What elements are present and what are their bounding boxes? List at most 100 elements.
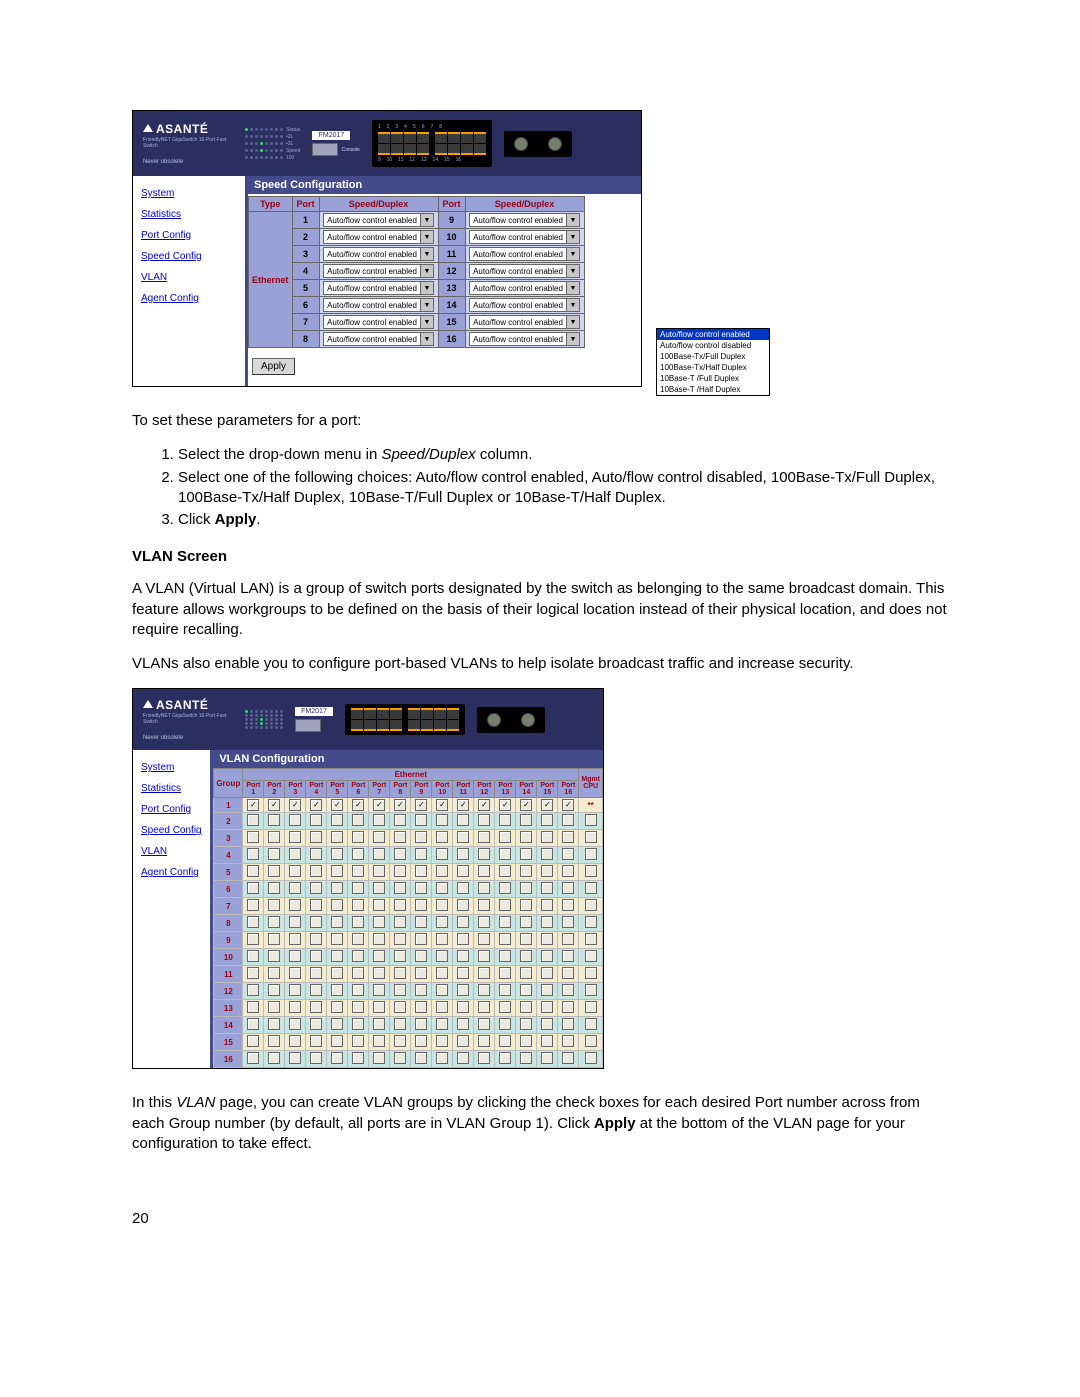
vlan-checkbox[interactable] [268, 950, 280, 962]
vlan-checkbox[interactable] [585, 831, 597, 843]
vlan-checkbox[interactable] [394, 1035, 406, 1047]
vlan-checkbox[interactable] [310, 1052, 322, 1064]
vlan-checkbox[interactable] [499, 1035, 511, 1047]
vlan-checkbox[interactable] [310, 831, 322, 843]
vlan-checkbox[interactable] [331, 814, 343, 826]
nav-statistics[interactable]: Statistics [141, 209, 237, 220]
vlan-checkbox[interactable] [520, 916, 532, 928]
vlan-checkbox[interactable] [394, 1052, 406, 1064]
vlan-checkbox[interactable] [562, 865, 574, 877]
vlan-checkbox[interactable] [520, 950, 532, 962]
vlan-checkbox[interactable] [520, 1052, 532, 1064]
vlan-checkbox[interactable] [457, 814, 469, 826]
vlan-checkbox[interactable]: ✓ [289, 799, 301, 811]
nav-port-config[interactable]: Port Config [141, 230, 237, 241]
vlan-checkbox[interactable] [247, 865, 259, 877]
vlan-checkbox[interactable] [457, 1052, 469, 1064]
vlan-checkbox[interactable] [499, 950, 511, 962]
vlan-checkbox[interactable] [436, 1035, 448, 1047]
vlan-checkbox[interactable] [352, 831, 364, 843]
vlan-checkbox[interactable] [352, 1001, 364, 1013]
vlan-checkbox[interactable] [520, 1001, 532, 1013]
vlan-checkbox[interactable] [585, 984, 597, 996]
vlan-checkbox[interactable] [478, 950, 490, 962]
vlan-checkbox[interactable] [478, 865, 490, 877]
vlan-checkbox[interactable] [331, 1052, 343, 1064]
vlan-checkbox[interactable] [478, 1018, 490, 1030]
vlan-checkbox[interactable] [499, 933, 511, 945]
vlan-checkbox[interactable]: ✓ [415, 799, 427, 811]
vlan-checkbox[interactable] [268, 984, 280, 996]
vlan-checkbox[interactable] [352, 882, 364, 894]
vlan-checkbox[interactable] [247, 1018, 259, 1030]
vlan-checkbox[interactable] [585, 882, 597, 894]
vlan-checkbox[interactable] [415, 1001, 427, 1013]
vlan-checkbox[interactable] [268, 814, 280, 826]
vlan-checkbox[interactable] [352, 848, 364, 860]
vlan-checkbox[interactable] [247, 967, 259, 979]
vlan-checkbox[interactable] [352, 916, 364, 928]
vlan-checkbox[interactable] [373, 1035, 385, 1047]
vlan-checkbox[interactable] [499, 848, 511, 860]
vlan-checkbox[interactable] [457, 967, 469, 979]
vlan-checkbox[interactable] [289, 814, 301, 826]
vlan-checkbox[interactable] [436, 865, 448, 877]
vlan-checkbox[interactable] [331, 916, 343, 928]
vlan-checkbox[interactable] [478, 831, 490, 843]
vlan-checkbox[interactable] [352, 1052, 364, 1064]
vlan-checkbox[interactable] [499, 814, 511, 826]
vlan-checkbox[interactable] [310, 967, 322, 979]
vlan-checkbox[interactable] [520, 899, 532, 911]
speed-duplex-select[interactable]: Auto/flow control enabled▼ [323, 213, 434, 227]
vlan-checkbox[interactable] [352, 967, 364, 979]
speed-duplex-select[interactable]: Auto/flow control enabled▼ [469, 281, 580, 295]
speed-duplex-select[interactable]: Auto/flow control enabled▼ [469, 332, 580, 346]
vlan-checkbox[interactable] [415, 1018, 427, 1030]
vlan-checkbox[interactable] [247, 933, 259, 945]
vlan-checkbox[interactable] [289, 967, 301, 979]
vlan-checkbox[interactable] [247, 916, 259, 928]
vlan-checkbox[interactable] [520, 865, 532, 877]
vlan-checkbox[interactable] [310, 814, 322, 826]
vlan-checkbox[interactable] [478, 1001, 490, 1013]
vlan-checkbox[interactable] [247, 848, 259, 860]
vlan-checkbox[interactable] [499, 882, 511, 894]
vlan-checkbox[interactable] [499, 916, 511, 928]
vlan-checkbox[interactable] [394, 814, 406, 826]
vlan-checkbox[interactable] [331, 967, 343, 979]
vlan-checkbox[interactable] [436, 984, 448, 996]
vlan-checkbox[interactable] [499, 984, 511, 996]
vlan-checkbox[interactable] [268, 882, 280, 894]
speed-duplex-dropdown-open[interactable]: Auto/flow control enabled Auto/flow cont… [656, 328, 770, 396]
vlan-checkbox[interactable] [289, 1001, 301, 1013]
vlan-checkbox[interactable]: ✓ [310, 799, 322, 811]
vlan-checkbox[interactable] [478, 933, 490, 945]
vlan-checkbox[interactable] [268, 1001, 280, 1013]
speed-duplex-select[interactable]: Auto/flow control enabled▼ [469, 230, 580, 244]
vlan-checkbox[interactable] [585, 967, 597, 979]
vlan-checkbox[interactable]: ✓ [541, 799, 553, 811]
vlan-checkbox[interactable] [541, 967, 553, 979]
vlan-checkbox[interactable]: ✓ [394, 799, 406, 811]
vlan-checkbox[interactable] [268, 865, 280, 877]
vlan-checkbox[interactable] [562, 933, 574, 945]
vlan-checkbox[interactable]: ✓ [562, 799, 574, 811]
vlan-checkbox[interactable] [499, 899, 511, 911]
vlan-checkbox[interactable] [310, 1001, 322, 1013]
vlan-checkbox[interactable] [541, 1001, 553, 1013]
speed-duplex-select[interactable]: Auto/flow control enabled▼ [469, 298, 580, 312]
vlan-checkbox[interactable] [436, 882, 448, 894]
vlan-checkbox[interactable] [352, 899, 364, 911]
vlan-checkbox[interactable] [436, 899, 448, 911]
speed-duplex-select[interactable]: Auto/flow control enabled▼ [323, 332, 434, 346]
vlan-checkbox[interactable] [541, 831, 553, 843]
vlan-checkbox[interactable] [541, 899, 553, 911]
vlan-checkbox[interactable] [268, 916, 280, 928]
vlan-checkbox[interactable] [585, 1035, 597, 1047]
dropdown-option[interactable]: 100Base-Tx/Half Duplex [657, 362, 769, 373]
vlan-checkbox[interactable] [373, 814, 385, 826]
vlan-checkbox[interactable] [585, 950, 597, 962]
vlan-checkbox[interactable] [373, 1052, 385, 1064]
vlan-checkbox[interactable] [415, 984, 427, 996]
nav-speed-config[interactable]: Speed Config [141, 251, 237, 262]
